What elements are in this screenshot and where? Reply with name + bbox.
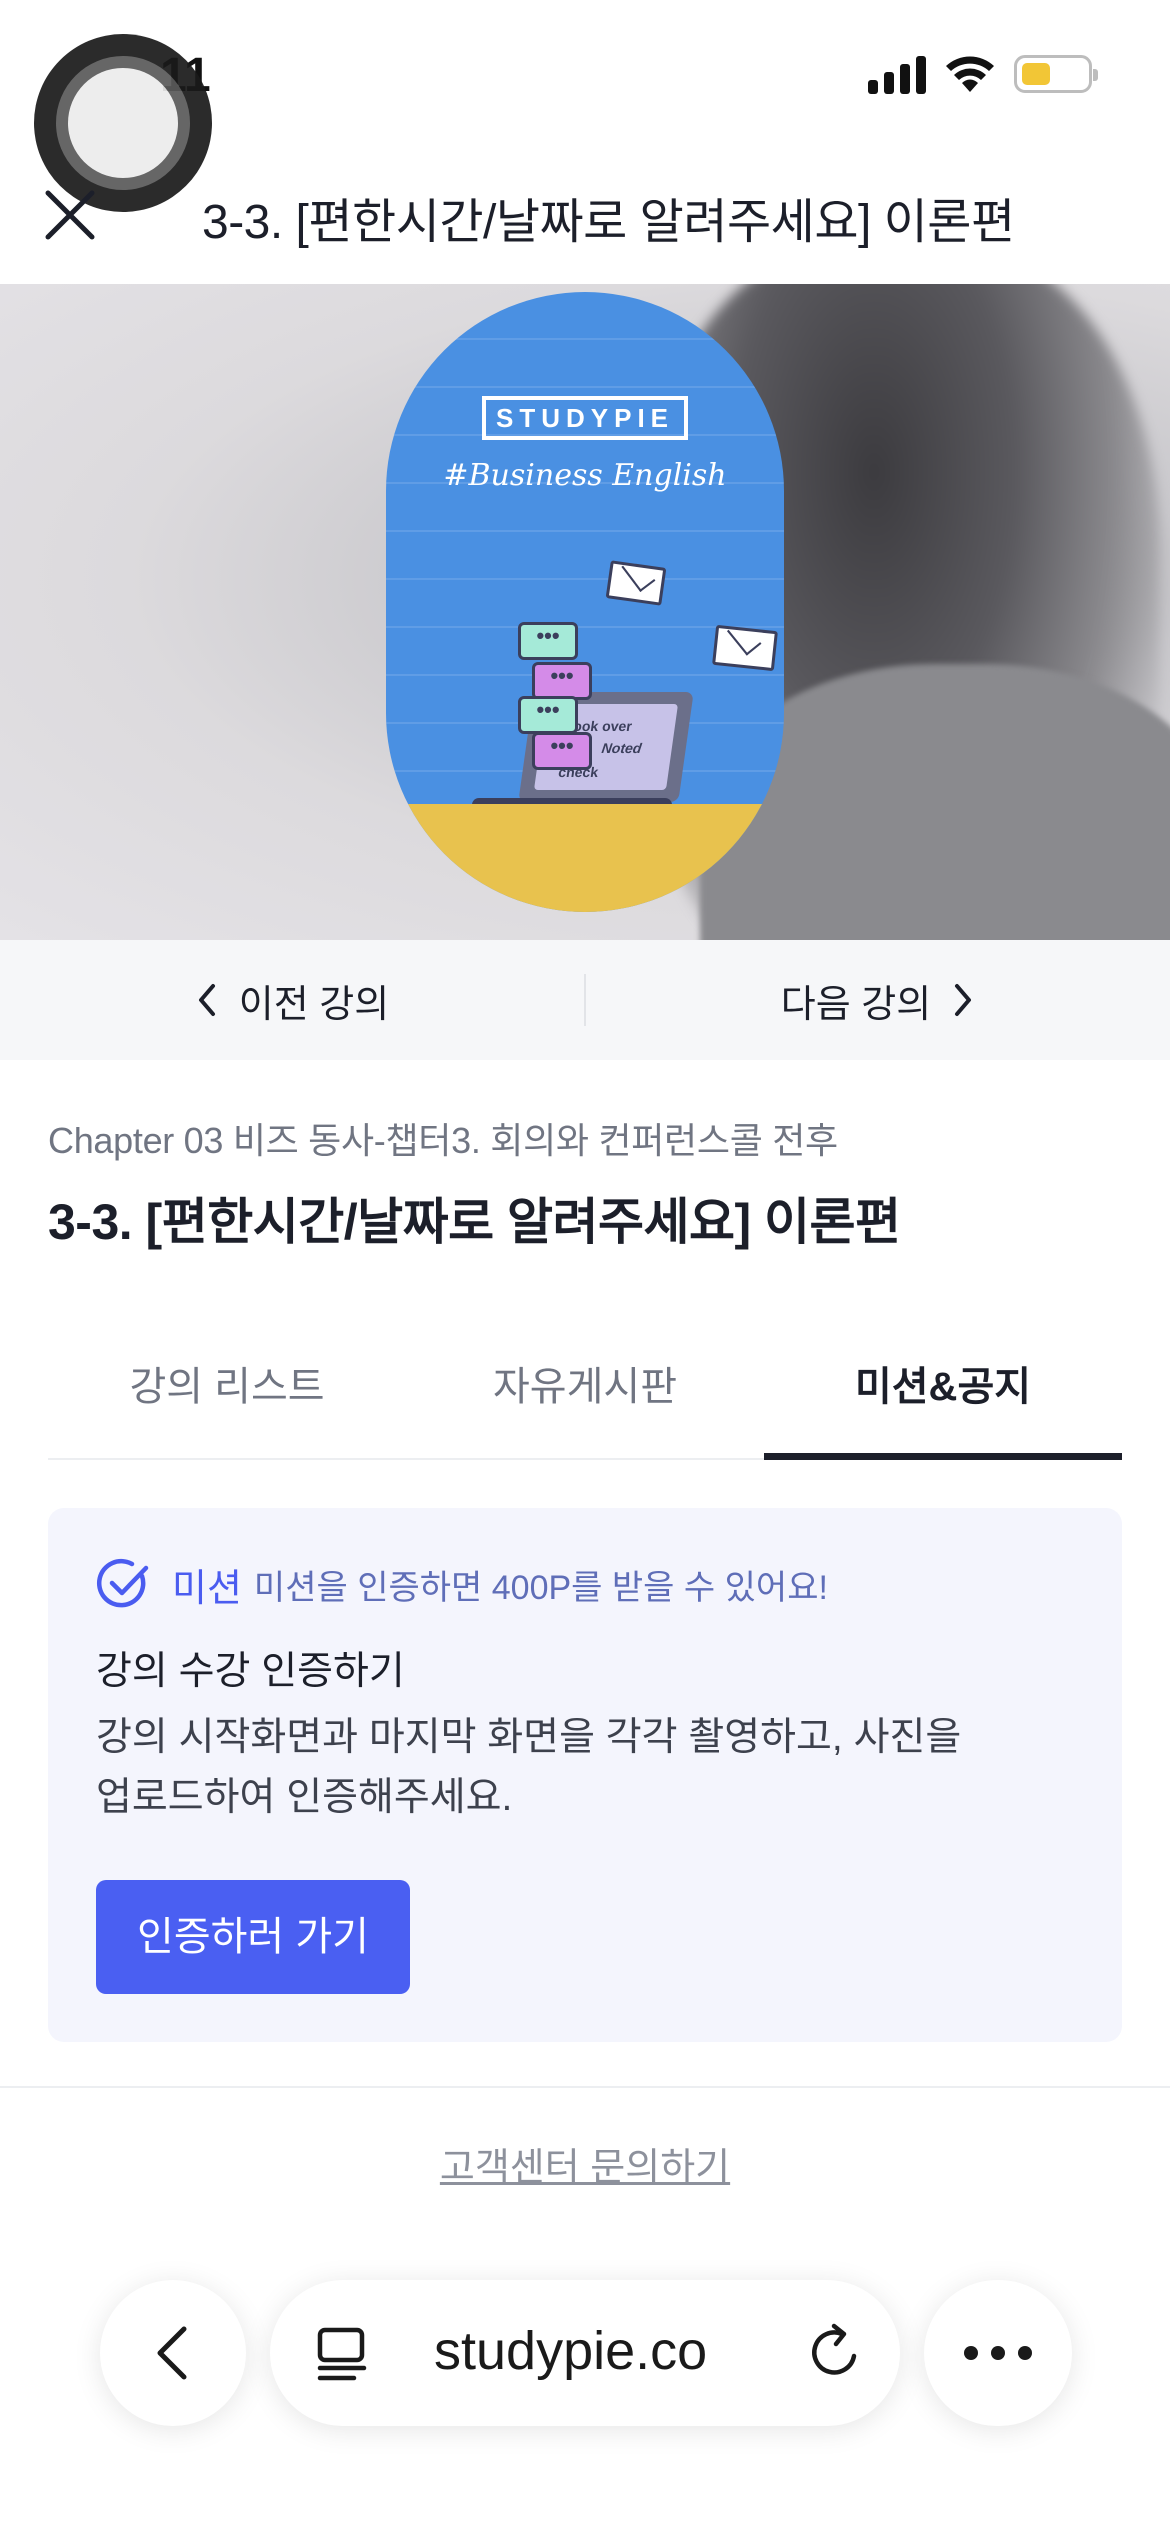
- chevron-left-icon: [157, 2326, 187, 2380]
- lecture-title: 3-3. [편한시간/날짜로 알려주세요] 이론편: [48, 1194, 901, 1250]
- envelope-icon: [712, 624, 778, 672]
- close-icon[interactable]: [40, 185, 100, 245]
- reload-icon[interactable]: [804, 2322, 866, 2384]
- browser-address-bar[interactable]: studypie.co: [270, 2280, 900, 2426]
- chapter-label: Chapter 03 비즈 동사-챕터3. 회의와 컨퍼런스콜 전후: [48, 1120, 838, 1161]
- reader-mode-icon[interactable]: [312, 2324, 372, 2384]
- verify-mission-button[interactable]: 인증하러 가기: [96, 1880, 410, 1994]
- chevron-right-icon: [955, 984, 972, 1016]
- battery-icon: [1014, 55, 1098, 93]
- next-lecture-button[interactable]: 다음 강의: [586, 940, 1170, 1060]
- prev-lecture-label: 이전 강의: [238, 983, 390, 1026]
- video-thumbnail-card: STUDYPIE #Business English Look over Not…: [386, 292, 784, 912]
- lecture-nav-bar: 이전 강의 다음 강의: [0, 940, 1170, 1060]
- video-tagline: #Business English: [443, 458, 727, 493]
- tab-bar: 강의 리스트 자유게시판 미션&공지: [48, 1310, 1122, 1460]
- wifi-icon: [946, 56, 994, 92]
- envelope-icon: [605, 560, 667, 606]
- browser-back-button[interactable]: [100, 2280, 246, 2426]
- sand-illustration: [386, 804, 784, 912]
- browser-url: studypie.co: [434, 2321, 708, 2381]
- more-icon: [964, 2346, 1032, 2360]
- tab-free-board[interactable]: 자유게시판: [406, 1310, 764, 1458]
- customer-support-link[interactable]: 고객센터 문의하기: [0, 2136, 1170, 2191]
- prev-lecture-button[interactable]: 이전 강의: [0, 940, 584, 1060]
- mission-label: 미션: [172, 1567, 242, 1610]
- next-lecture-label: 다음 강의: [780, 983, 932, 1026]
- mission-title: 강의 수강 인증하기: [96, 1650, 405, 1693]
- chevron-left-icon: [198, 984, 215, 1016]
- studypie-logo: STUDYPIE: [482, 396, 688, 440]
- check-circle-icon: [96, 1558, 149, 1608]
- mission-header: 미션 미션을 인증하면 400P를 받을 수 있어요!: [96, 1556, 828, 1612]
- page-header: 3-3. [편한시간/날짜로 알려주세요] 이론편: [0, 160, 1170, 280]
- tab-lecture-list[interactable]: 강의 리스트: [48, 1310, 406, 1458]
- status-bar: 11: [0, 0, 1170, 212]
- video-player[interactable]: STUDYPIE #Business English Look over Not…: [0, 284, 1170, 940]
- browser-toolbar: studypie.co: [0, 2280, 1170, 2430]
- chat-bubble: •••: [532, 732, 592, 770]
- chat-bubble: •••: [532, 662, 592, 700]
- section-divider: [0, 2086, 1170, 2088]
- mission-reward-text: 미션을 인증하면 400P를 받을 수 있어요!: [253, 1568, 828, 1607]
- chat-bubble: •••: [518, 696, 578, 734]
- cellular-signal-icon: [868, 54, 926, 94]
- mission-card: 미션 미션을 인증하면 400P를 받을 수 있어요! 강의 수강 인증하기 강…: [48, 1508, 1122, 2042]
- header-title: 3-3. [편한시간/날짜로 알려주세요] 이론편: [202, 196, 1015, 249]
- status-icons: [868, 54, 1098, 94]
- mission-description: 강의 시작화면과 마지막 화면을 각각 촬영하고, 사진을 업로드하여 인증해주…: [96, 1716, 962, 1819]
- chat-bubble: •••: [518, 622, 578, 660]
- browser-more-button[interactable]: [924, 2280, 1072, 2426]
- laptop-text: Noted: [600, 740, 643, 756]
- tab-mission-notice[interactable]: 미션&공지: [764, 1310, 1122, 1460]
